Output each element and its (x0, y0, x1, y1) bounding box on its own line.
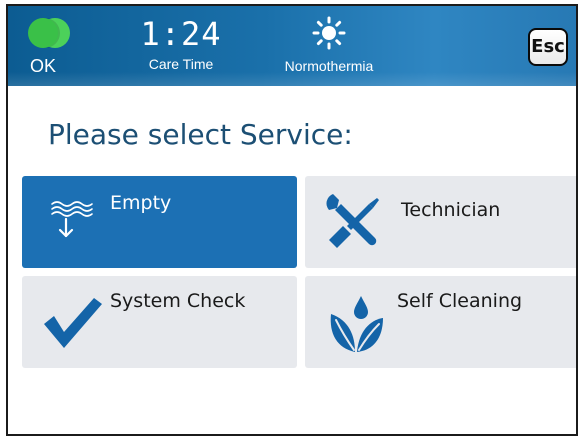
page-title: Please select Service: (48, 118, 353, 151)
care-time-label: Care Time (148, 56, 214, 72)
status-ok-indicator (28, 18, 74, 52)
status-light-icon (28, 18, 58, 48)
service-tile-empty[interactable]: Empty (22, 176, 297, 268)
status-bar: OK 1:24 Care Time Normothermia Esc (8, 6, 576, 86)
tools-icon (326, 194, 379, 248)
mode-label: Normothermia (284, 58, 374, 74)
leaves-drop-icon (330, 296, 383, 352)
care-time-value: 1:24 (140, 15, 222, 53)
checkmark-icon (44, 298, 102, 348)
device-screen: OK 1:24 Care Time Normothermia Esc Pleas… (6, 4, 578, 436)
care-time: 1:24 Care Time (126, 16, 236, 72)
tile-label: System Check (110, 290, 246, 312)
tile-label: Self Cleaning (397, 290, 523, 312)
service-tile-system-check[interactable]: System Check (22, 276, 297, 368)
service-tile-self-cleaning[interactable]: Self Cleaning (305, 276, 576, 368)
service-tile-technician[interactable]: Technician (305, 176, 576, 268)
drain-waves-arrow-icon (51, 201, 93, 238)
status-label: OK (30, 56, 57, 76)
sun-icon (312, 16, 346, 50)
esc-button[interactable]: Esc (528, 28, 568, 66)
tile-label: Empty (110, 192, 172, 214)
tile-label: Technician (401, 199, 501, 221)
mode-indicator: Normothermia (264, 16, 394, 74)
